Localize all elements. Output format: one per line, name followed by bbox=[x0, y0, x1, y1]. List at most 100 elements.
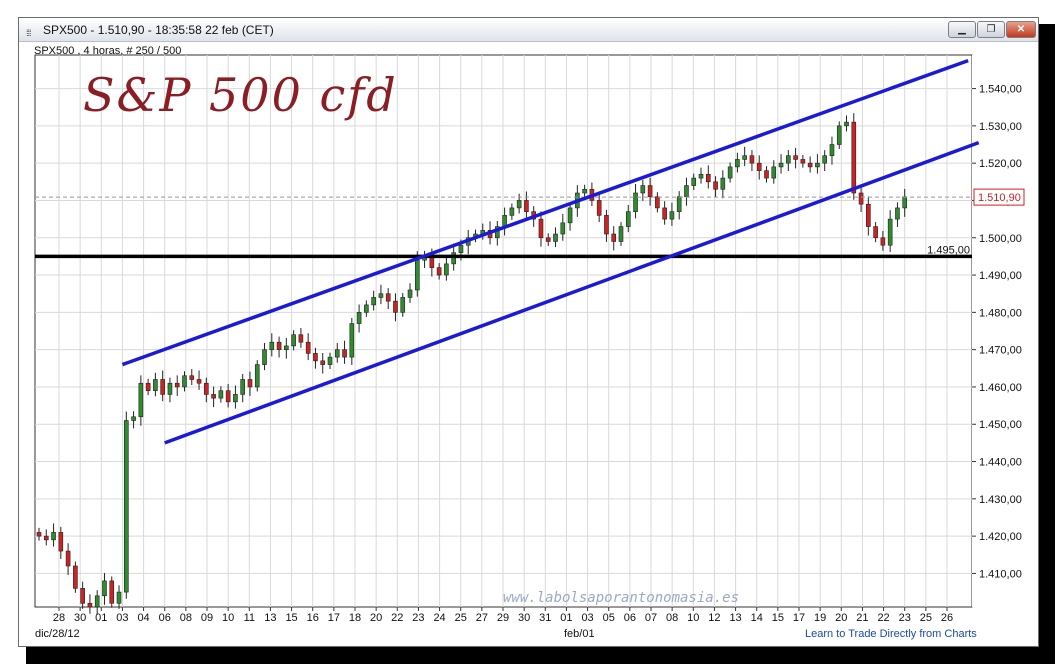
x-tick-label: 28 bbox=[53, 612, 65, 624]
x-tick-label: 10 bbox=[222, 612, 234, 624]
candle-body bbox=[334, 349, 340, 358]
candle-body bbox=[182, 375, 187, 388]
candle-body bbox=[516, 200, 522, 209]
y-tick-label: 1.530,00 bbox=[979, 121, 1022, 133]
candle-body bbox=[655, 196, 660, 209]
candle-body bbox=[160, 379, 165, 395]
x-tick-label: 26 bbox=[941, 612, 953, 624]
x-tick-label: 12 bbox=[708, 612, 720, 624]
x-tick-label: 22 bbox=[391, 612, 403, 624]
candle-body bbox=[87, 602, 93, 608]
x-tick-label: 25 bbox=[920, 612, 932, 624]
x-tick-label: 31 bbox=[539, 612, 551, 624]
candle-body bbox=[836, 125, 842, 145]
x-tick-label: 19 bbox=[814, 612, 826, 624]
x-tick-label: 18 bbox=[349, 612, 361, 624]
y-tick-label: 1.470,00 bbox=[979, 345, 1022, 357]
candle-body bbox=[58, 532, 64, 552]
y-tick-label: 1.420,00 bbox=[979, 531, 1022, 543]
candle-body bbox=[662, 207, 667, 220]
candle-body bbox=[204, 382, 209, 395]
candle-body bbox=[611, 233, 617, 242]
candle-body bbox=[720, 177, 726, 190]
x-tick-label: 09 bbox=[201, 612, 213, 624]
learn-link[interactable]: Learn to Trade Directly from Charts bbox=[805, 628, 977, 640]
candle-body bbox=[167, 382, 173, 395]
candle-body bbox=[582, 188, 587, 194]
x-tick-label: 01 bbox=[560, 612, 572, 624]
candle-body bbox=[138, 382, 144, 418]
candle-body bbox=[364, 304, 369, 313]
candle-body bbox=[73, 565, 78, 589]
x-tick-label: 16 bbox=[307, 612, 319, 624]
candle-body bbox=[713, 181, 718, 190]
candle-body bbox=[800, 159, 806, 164]
candle-body bbox=[36, 532, 42, 537]
y-tick-label: 1.450,00 bbox=[979, 419, 1022, 431]
candle-body bbox=[669, 211, 675, 220]
candle-body bbox=[276, 341, 282, 350]
candle-body bbox=[407, 289, 413, 298]
x-tick-label: 15 bbox=[772, 612, 784, 624]
candle-body bbox=[51, 532, 56, 541]
candle-body bbox=[225, 390, 231, 403]
candle-body bbox=[65, 550, 71, 567]
x-tick-label: 13 bbox=[264, 612, 276, 624]
candle-body bbox=[189, 375, 195, 380]
y-tick-label: 1.480,00 bbox=[979, 307, 1022, 319]
candle-body bbox=[815, 162, 820, 168]
candle-body bbox=[735, 159, 740, 168]
candle-body bbox=[342, 349, 347, 358]
x-axis: 28 30 01 03 04 06 08 09 10 11 13 15 16 17 18 20 22 23 24 25… bbox=[53, 607, 953, 624]
candle-body bbox=[560, 222, 566, 235]
y-tick-label: 1.500,00 bbox=[979, 233, 1022, 245]
candle-body bbox=[618, 226, 624, 242]
candle-body bbox=[451, 252, 456, 265]
candle-body bbox=[756, 162, 762, 171]
support-label: 1.495,00 bbox=[927, 244, 970, 256]
candle-body bbox=[240, 379, 245, 395]
x-tick-label: 08 bbox=[180, 612, 192, 624]
x-tick-label: 03 bbox=[581, 612, 593, 624]
candle-body bbox=[771, 166, 777, 179]
candle-body bbox=[436, 267, 442, 276]
candle-body bbox=[742, 155, 747, 160]
candle-body bbox=[625, 211, 631, 227]
y-tick-label: 1.460,00 bbox=[979, 382, 1022, 394]
x-tick-label: 07 bbox=[645, 612, 657, 624]
candle-body bbox=[524, 200, 529, 212]
x-tick-label: 29 bbox=[497, 612, 509, 624]
x-tick-label: 05 bbox=[603, 612, 615, 624]
x-tick-label: 20 bbox=[370, 612, 382, 624]
candle-body bbox=[305, 341, 311, 354]
x-tick-label: 21 bbox=[856, 612, 868, 624]
candle-body bbox=[807, 162, 813, 168]
candle-body bbox=[102, 580, 107, 597]
candle-body bbox=[385, 293, 391, 302]
candle-body bbox=[378, 293, 384, 298]
candle-body bbox=[371, 297, 376, 306]
candle-body bbox=[880, 237, 886, 246]
y-tick-label: 1.440,00 bbox=[979, 457, 1022, 469]
candle-body bbox=[123, 420, 129, 593]
candle-body bbox=[196, 379, 202, 384]
candle-body bbox=[298, 334, 304, 343]
candle-body bbox=[349, 323, 355, 358]
candle-body bbox=[829, 144, 835, 157]
candle-body bbox=[284, 345, 289, 350]
annotation-title: S&P 500 cfd bbox=[83, 68, 398, 122]
x-tick-label: 11 bbox=[244, 612, 255, 624]
x-tick-label: 25 bbox=[455, 612, 467, 624]
candle-body bbox=[822, 155, 827, 164]
candle-body bbox=[786, 155, 791, 164]
candle-body bbox=[676, 196, 682, 212]
candle-body bbox=[211, 394, 216, 399]
price-tag: 1.510,90 bbox=[973, 188, 1025, 206]
candle-body bbox=[509, 207, 515, 216]
candle-body bbox=[793, 155, 798, 160]
mid-date-label: feb/01 bbox=[564, 628, 595, 640]
candle-body bbox=[320, 360, 326, 365]
candle-body bbox=[604, 215, 609, 235]
candle-body bbox=[647, 185, 653, 198]
last-price-label: 1.510,90 bbox=[978, 192, 1021, 204]
